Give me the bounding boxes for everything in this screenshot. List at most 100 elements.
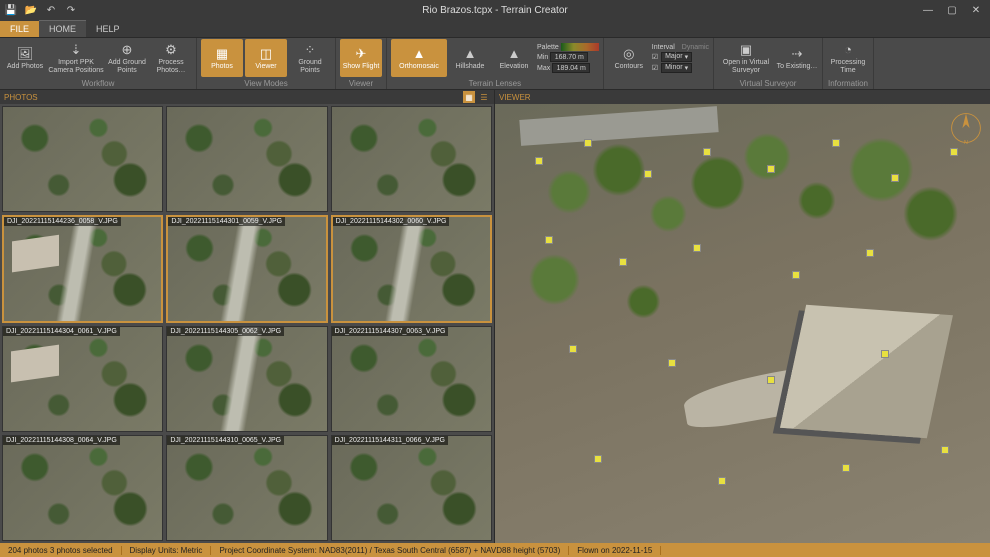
camera-marker[interactable] [767,165,775,173]
add-ground-points-button[interactable]: ⊕Add Ground Points [106,39,148,77]
tab-home[interactable]: HOME [39,20,86,37]
processing-time-button[interactable]: ◔Processing Time [827,39,869,77]
group-info-label: Information [827,78,869,89]
photo-thumb[interactable]: DJI_20221115144236_0058_V.JPG [2,215,163,323]
show-flight-button[interactable]: ✈Show Flight [340,39,382,77]
photo-image [3,327,162,431]
window-title: Rio Brazos.tcpx - Terrain Creator [422,5,567,16]
palette-gradient[interactable] [561,43,599,51]
minimize-icon[interactable]: — [918,3,938,17]
photo-thumb[interactable]: DJI_20221115144301_0059_V.JPG [166,215,327,323]
group-viewer-label: Viewer [340,78,382,89]
camera-marker[interactable] [644,170,652,178]
close-icon[interactable]: ✕ [966,3,986,17]
photo-thumb[interactable]: DJI_20221115144308_0064_V.JPG [2,435,163,541]
photo-thumb[interactable]: DJI_20221115144302_0060_V.JPG [331,215,492,323]
photo-image [167,327,326,431]
photo-image [332,107,491,211]
grid-view-icon[interactable]: ▦ [463,91,475,103]
ground-points-mode-button[interactable]: ⁘Ground Points [289,39,331,77]
major-check[interactable]: ☑ [652,53,658,61]
compass-widget[interactable]: N [948,110,984,146]
camera-marker[interactable] [950,148,958,156]
save-icon[interactable]: 💾 [4,3,18,17]
camera-marker[interactable] [619,258,627,266]
camera-marker[interactable] [703,148,711,156]
camera-marker[interactable] [668,359,676,367]
photo-thumb[interactable]: DJI_20221115144310_0065_V.JPG [166,435,327,541]
photo-thumb[interactable]: DJI_20221115144304_0061_V.JPG [2,326,163,432]
photos-mode-button[interactable]: ▦Photos [201,39,243,77]
terrain-building [780,305,952,438]
quick-access: 💾 📂 ↶ ↷ [4,3,78,17]
camera-marker[interactable] [891,174,899,182]
camera-marker[interactable] [718,477,726,485]
camera-marker[interactable] [842,464,850,472]
camera-marker[interactable] [693,244,701,252]
maximize-icon[interactable]: ▢ [942,3,962,17]
photo-thumb[interactable]: DJI_20221115144305_0062_V.JPG [166,326,327,432]
camera-marker[interactable] [535,157,543,165]
status-bar: 204 photos 3 photos selected Display Uni… [0,543,990,557]
camera-marker[interactable] [792,271,800,279]
photo-thumb[interactable]: DJI_20221115144307_0063_V.JPG [331,326,492,432]
flight-icon: ✈ [353,46,369,62]
photo-thumb[interactable] [331,106,492,212]
clock-icon: ◔ [840,42,856,58]
photo-caption: DJI_20221115144310_0065_V.JPG [167,436,284,445]
open-icon[interactable]: 📂 [24,3,38,17]
camera-marker[interactable] [767,376,775,384]
tab-help[interactable]: HELP [86,21,130,37]
photo-image [3,107,162,211]
photo-thumb[interactable] [2,106,163,212]
hillshade-button[interactable]: ▲Hillshade [449,39,491,77]
process-photos-button[interactable]: ⚙Process Photos… [150,39,192,77]
camera-marker[interactable] [545,236,553,244]
status-crs[interactable]: Project Coordinate System: NAD83(2011) /… [211,546,569,555]
camera-marker[interactable] [594,455,602,463]
redo-icon[interactable]: ↷ [64,3,78,17]
orthomosaic-button[interactable]: ▲Orthomosaic [391,39,447,77]
elevation-icon: ▲ [506,46,522,62]
max-value-input[interactable]: 189.04 m [552,63,590,73]
minor-check[interactable]: ☑ [652,64,658,72]
min-value-input[interactable]: 168.70 m [550,52,588,62]
contours-button[interactable]: ◎Contours [608,39,650,77]
photo-caption: DJI_20221115144304_0061_V.JPG [3,327,120,336]
list-view-icon[interactable]: ☰ [478,91,490,103]
camera-marker[interactable] [832,139,840,147]
photo-image [4,217,161,321]
elevation-button[interactable]: ▲Elevation [493,39,535,77]
photo-thumb[interactable] [166,106,327,212]
camera-marker[interactable] [941,446,949,454]
viewer-3d[interactable]: N [495,104,990,543]
photo-image [333,217,490,321]
camera-marker[interactable] [866,249,874,257]
photo-caption: DJI_20221115144305_0062_V.JPG [167,327,284,336]
interval-label: Interval [652,44,675,51]
add-photos-button[interactable]: 🖼Add Photos [4,39,46,77]
group-terrain-lenses-label: Terrain Lenses [391,78,599,89]
import-ppk-button[interactable]: ⇣Import PPK Camera Positions [48,39,104,77]
major-dropdown[interactable]: Major ▾ [661,52,692,62]
camera-marker[interactable] [584,139,592,147]
viewer-mode-button[interactable]: ◫Viewer [245,39,287,77]
to-existing-button[interactable]: ⇢To Existing… [776,39,818,77]
group-vs-label: Virtual Surveyor [718,78,818,89]
photo-grid[interactable]: DJI_20221115144236_0058_V.JPG DJI_2022111… [0,104,494,543]
tab-file[interactable]: FILE [0,21,39,37]
photo-caption: DJI_20221115144236_0058_V.JPG [4,217,121,226]
camera-marker[interactable] [569,345,577,353]
photo-image [167,436,326,540]
status-flown: Flown on 2022-11-15 [569,546,661,555]
status-units[interactable]: Display Units: Metric [122,546,212,555]
minor-dropdown[interactable]: Minor ▾ [661,63,692,73]
photo-thumb[interactable]: DJI_20221115144311_0066_V.JPG [331,435,492,541]
open-virtual-surveyor-button[interactable]: ▣Open in Virtual Surveyor [718,39,774,77]
undo-icon[interactable]: ↶ [44,3,58,17]
photo-caption: DJI_20221115144302_0060_V.JPG [333,217,450,226]
photo-image [167,107,326,211]
group-viewer: ✈Show Flight Viewer [336,38,387,89]
dynamic-label: Dynamic [682,44,709,51]
camera-marker[interactable] [881,350,889,358]
